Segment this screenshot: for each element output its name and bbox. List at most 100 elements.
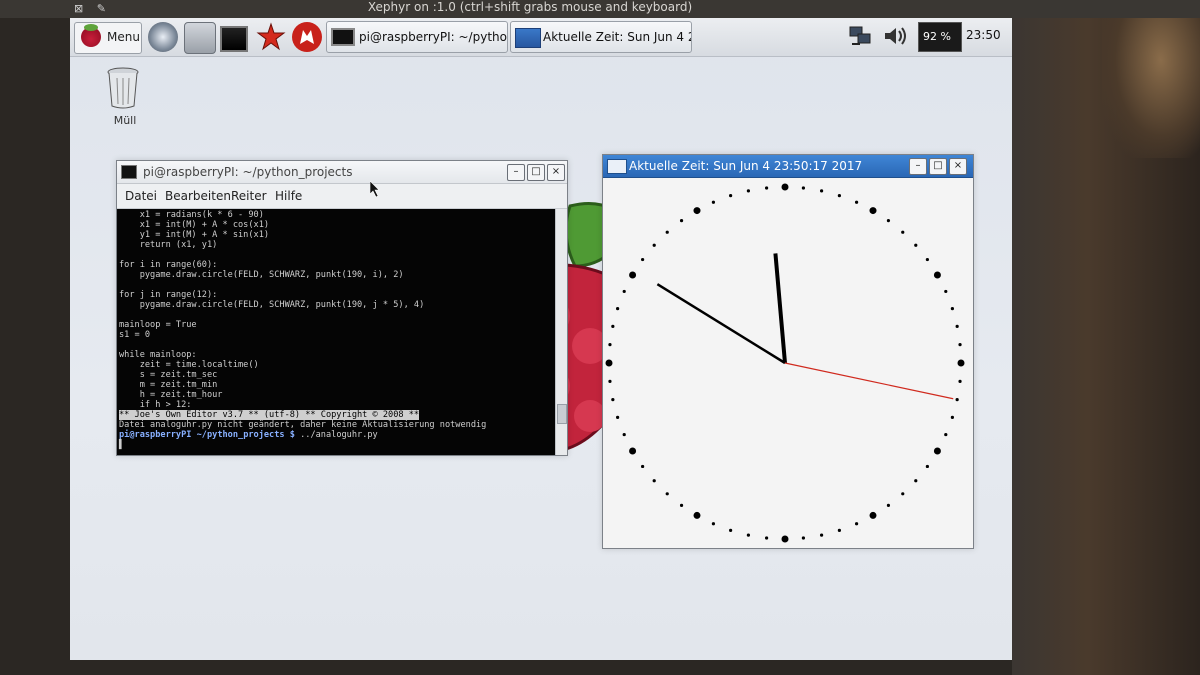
mathematica-icon[interactable] [256, 22, 286, 52]
maximize-button[interactable]: □ [929, 158, 947, 175]
clock-window: Aktuelle Zeit: Sun Jun 4 23:50:17 2017 –… [602, 154, 974, 549]
minute-marker [914, 243, 918, 247]
cpu-monitor[interactable]: 92 % [918, 22, 962, 52]
minute-marker [925, 257, 929, 262]
minute-marker [679, 503, 684, 507]
scrollbar-thumb[interactable] [557, 404, 567, 424]
close-button[interactable]: × [949, 158, 967, 175]
minute-marker [854, 200, 859, 204]
taskbar: Menu pi@raspberryPI: ~/python_... Aktuel… [70, 18, 1012, 57]
trash-icon[interactable] [106, 66, 140, 110]
minute-marker [801, 186, 805, 190]
hour-marker [629, 271, 637, 279]
terminal-titlebar[interactable]: pi@raspberryPI: ~/python_projects – □ × [117, 161, 567, 184]
hour-marker [933, 271, 941, 279]
close-icon[interactable]: ⊠ [74, 2, 83, 15]
minute-marker [958, 379, 962, 383]
pin-icon[interactable]: ✎ [97, 2, 106, 15]
hour-marker [605, 359, 613, 367]
xephyr-icons: ⊠ ✎ [74, 2, 106, 15]
minute-marker [665, 230, 669, 234]
minute-marker [746, 533, 751, 537]
code-line: h = zeit.tm_hour [119, 390, 223, 400]
code-line: while mainloop: [119, 350, 197, 360]
minute-marker [819, 189, 824, 193]
shell-prompt-line: pi@raspberryPI ~/python_projects $ ../an… [119, 430, 378, 440]
code-line: return (x1, y1) [119, 240, 218, 250]
web-browser-icon[interactable] [148, 22, 178, 52]
terminal-window: pi@raspberryPI: ~/python_projects – □ × … [116, 160, 568, 456]
terminal-icon[interactable] [220, 26, 248, 52]
volume-icon[interactable] [882, 24, 908, 48]
hour-marker [957, 359, 965, 367]
code-line: if h > 12: [119, 400, 192, 410]
code-line: s1 = 0 [119, 330, 151, 340]
clock-time[interactable]: 23:50 [966, 28, 1001, 42]
prompt-path: ~/python_projects $ [196, 430, 295, 440]
terminal-body[interactable]: x1 = radians(k * 6 - 90) x1 = int(M) + A… [117, 209, 555, 455]
task-terminal[interactable]: pi@raspberryPI: ~/python_... [326, 21, 508, 53]
minute-marker [765, 536, 769, 540]
code-line: for j in range(12): [119, 290, 218, 300]
window-icon [515, 28, 541, 48]
minute-marker [611, 397, 615, 402]
minute-marker [765, 186, 769, 190]
minute-marker [608, 343, 612, 347]
second-hand [784, 362, 954, 400]
prompt-command: ../analoguhr.py [294, 430, 378, 440]
minute-marker [901, 230, 905, 234]
minute-marker [746, 189, 751, 193]
minimize-button[interactable]: – [909, 158, 927, 175]
minute-marker [711, 522, 716, 526]
lamp-light [1102, 18, 1200, 158]
clock-titlebar[interactable]: Aktuelle Zeit: Sun Jun 4 23:50:17 2017 –… [603, 155, 973, 178]
minute-marker [665, 492, 669, 496]
terminal-icon [331, 28, 355, 46]
minute-marker [622, 432, 626, 437]
hour-marker [629, 447, 637, 455]
xephyr-title: Xephyr on :1.0 (ctrl+shift grabs mouse a… [367, 0, 693, 14]
minute-marker [711, 200, 716, 204]
code-line: zeit = time.localtime() [119, 360, 259, 370]
menu-hilfe[interactable]: Hilfe [275, 189, 302, 203]
hour-marker [933, 447, 941, 455]
minute-marker [950, 415, 954, 419]
code-line: mainloop = True [119, 320, 197, 330]
hour-hand [773, 253, 787, 364]
desktop-screen: Menu pi@raspberryPI: ~/python_... Aktuel… [70, 18, 1012, 660]
maximize-button[interactable]: □ [527, 164, 545, 181]
minute-marker [652, 243, 656, 247]
code-line: x1 = radians(k * 6 - 90) [119, 210, 264, 220]
minute-marker [886, 503, 891, 507]
hour-marker [869, 207, 877, 215]
minute-marker [944, 289, 948, 294]
menu-datei[interactable]: Datei [125, 189, 157, 203]
menu-reiter[interactable]: Reiter [231, 189, 267, 203]
menu-label: Menu [107, 30, 140, 44]
menu-bearbeiten[interactable]: Bearbeiten [165, 189, 231, 203]
minute-marker [944, 432, 948, 437]
cpu-value: 92 % [923, 30, 951, 43]
minute-marker [622, 289, 626, 294]
minute-marker [801, 536, 805, 540]
terminal-scrollbar[interactable] [555, 209, 567, 455]
minute-marker [611, 324, 615, 329]
menu-button[interactable]: Menu [74, 22, 142, 54]
task-clock[interactable]: Aktuelle Zeit: Sun Jun 4 23... [510, 21, 692, 53]
minute-marker [608, 379, 612, 383]
minimize-button[interactable]: – [507, 164, 525, 181]
minute-hand [656, 283, 786, 365]
wolfram-icon[interactable] [292, 22, 322, 52]
minute-marker [886, 219, 891, 223]
minute-marker [854, 522, 859, 526]
code-line: for i in range(60): [119, 260, 218, 270]
hour-marker [693, 511, 701, 519]
file-manager-icon[interactable] [184, 22, 216, 54]
clock-title: Aktuelle Zeit: Sun Jun 4 23:50:17 2017 [629, 159, 863, 173]
minute-marker [914, 479, 918, 483]
code-line: pygame.draw.circle(FELD, SCHWARZ, punkt(… [119, 270, 404, 280]
network-icon[interactable] [848, 24, 872, 48]
minute-marker [729, 528, 733, 532]
minute-marker [955, 397, 959, 402]
close-button[interactable]: × [547, 164, 565, 181]
